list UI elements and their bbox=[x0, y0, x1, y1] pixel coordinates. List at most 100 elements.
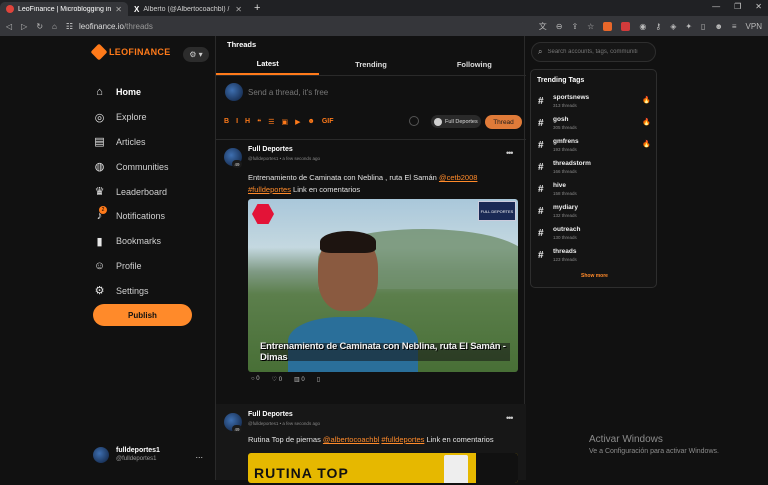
nav-bookmarks[interactable]: ▮ Bookmarks bbox=[93, 229, 169, 254]
hashtag-link[interactable]: #fulldeportes bbox=[381, 435, 424, 444]
italic-icon[interactable]: I bbox=[236, 118, 238, 126]
current-user[interactable]: fulldeportes1 @fulldeportes1 ... bbox=[93, 446, 203, 464]
close-window-button[interactable]: ✕ bbox=[755, 2, 762, 11]
post-meta: @fulldeportes1 • a few seconds ago bbox=[248, 421, 320, 426]
image-icon[interactable]: ▣ bbox=[281, 118, 288, 126]
key-icon[interactable]: ⚷ bbox=[655, 22, 661, 31]
wallet-icon[interactable]: ◈ bbox=[670, 22, 676, 31]
translate-icon[interactable]: 文 bbox=[539, 21, 547, 32]
browser-tab-leofinance[interactable]: LeoFinance | Microblogging in Bl ✕ bbox=[0, 2, 128, 16]
leo-logo-icon bbox=[90, 43, 108, 61]
tab-close-icon[interactable]: ✕ bbox=[235, 5, 242, 14]
mention-link[interactable]: @cetb2008 bbox=[439, 173, 477, 182]
trending-tag[interactable]: # threadstorm 166 threads bbox=[537, 159, 653, 179]
maximize-button[interactable]: ❐ bbox=[734, 2, 741, 11]
trending-tag[interactable]: # sportsnews 313 threads 🔥 bbox=[537, 93, 653, 113]
reload-icon[interactable]: ↻ bbox=[36, 22, 43, 31]
nav-label: Communities bbox=[116, 161, 169, 172]
post-image[interactable]: FULL DEPORTES Entrenamiento de Caminata … bbox=[248, 199, 518, 372]
nav-articles[interactable]: ▤ Articles bbox=[93, 130, 169, 155]
vpn-button[interactable]: VPN bbox=[746, 22, 762, 31]
more-options-icon[interactable]: ... bbox=[195, 450, 203, 460]
hash-icon: # bbox=[538, 162, 544, 173]
search-input[interactable] bbox=[547, 49, 649, 55]
trending-tag[interactable]: # hive 158 threads bbox=[537, 181, 653, 201]
tab-trending[interactable]: Trending bbox=[319, 54, 422, 75]
author-name[interactable]: Full Deportes bbox=[248, 411, 293, 418]
url-field[interactable]: ☷ leofinance.io/threads bbox=[66, 19, 530, 33]
image-caption: Entrenamiento de Caminata con Neblina, r… bbox=[260, 341, 510, 363]
post-image[interactable]: RUTINA TOP bbox=[248, 453, 518, 483]
tab-close-icon[interactable]: ✕ bbox=[115, 5, 122, 14]
thread-post: 49 Full Deportes @fulldeportes1 • a few … bbox=[216, 404, 526, 483]
new-tab-button[interactable]: + bbox=[254, 2, 260, 14]
trending-tag[interactable]: # gmfrens 193 threads 🔥 bbox=[537, 137, 653, 157]
bookmark-star-icon[interactable]: ☆ bbox=[587, 22, 594, 31]
bold-icon[interactable]: B bbox=[224, 118, 229, 126]
nav-home[interactable]: ⌂ Home bbox=[93, 80, 169, 105]
account-icon[interactable]: ☻ bbox=[714, 22, 722, 31]
post-options-icon[interactable]: ••• bbox=[506, 413, 514, 423]
share-icon[interactable]: ⇪ bbox=[571, 22, 578, 31]
site-info-icon[interactable]: ☷ bbox=[66, 22, 73, 31]
trending-tag[interactable]: # threads 123 threads bbox=[537, 247, 653, 267]
home-browser-icon[interactable]: ⌂ bbox=[52, 22, 57, 31]
brave-shield-icon[interactable] bbox=[603, 21, 613, 31]
publish-button[interactable]: Publish bbox=[93, 304, 192, 326]
post-actions: ○ 0 ♡ 0 ▥ 0 ▯ bbox=[251, 376, 320, 383]
quote-icon[interactable]: ❝ bbox=[257, 118, 261, 126]
heading-icon[interactable]: H bbox=[245, 118, 250, 126]
like-button[interactable]: ♡ 0 bbox=[272, 376, 282, 383]
leofinance-logo[interactable]: LEOFINANCE bbox=[90, 43, 171, 61]
extension-alert-icon[interactable] bbox=[621, 21, 631, 31]
home-icon: ⌂ bbox=[96, 86, 103, 99]
nav-leaderboard[interactable]: ♛ Leaderboard bbox=[93, 179, 169, 204]
nav-profile[interactable]: ☺ Profile bbox=[93, 254, 169, 279]
nav-communities[interactable]: ◍ Communities bbox=[93, 154, 169, 179]
x-favicon-icon: X bbox=[134, 4, 140, 14]
nav-label: Bookmarks bbox=[116, 236, 162, 247]
minimize-button[interactable]: — bbox=[712, 2, 720, 11]
nav-notifications[interactable]: ♪ 2 Notifications bbox=[93, 204, 169, 229]
address-bar: ◁ ▷ ↻ ⌂ ☷ leofinance.io/threads 文 ⊖ ⇪ ☆ … bbox=[0, 16, 768, 36]
settings-dropdown-button[interactable]: ⚙ ▾ bbox=[183, 47, 209, 62]
vote-button[interactable]: ▥ 0 bbox=[294, 376, 305, 383]
nav-explore[interactable]: ◎ Explore bbox=[93, 105, 169, 130]
zoom-icon[interactable]: ⊖ bbox=[556, 22, 563, 31]
author-name[interactable]: Full Deportes bbox=[248, 146, 293, 153]
nav-settings[interactable]: ⚙ Settings bbox=[93, 278, 169, 303]
browser-tab-x[interactable]: X Alberto (@Albertocoachbl) / X ✕ bbox=[128, 2, 248, 16]
tab-following[interactable]: Following bbox=[423, 54, 526, 75]
trending-tag[interactable]: # outreach 130 threads bbox=[537, 225, 653, 245]
hashtag-link[interactable]: #fulldeportes bbox=[248, 185, 291, 194]
hive-logo-icon bbox=[252, 204, 274, 224]
comment-button[interactable]: ○ 0 bbox=[251, 376, 260, 383]
window-controls: — ❐ ✕ bbox=[712, 2, 762, 11]
image-badge: FULL DEPORTES bbox=[478, 201, 516, 221]
bookmark-icon[interactable]: ▯ bbox=[317, 376, 320, 383]
extension-icon[interactable]: ◉ bbox=[639, 22, 646, 31]
trending-tag[interactable]: # gosh 305 threads 🔥 bbox=[537, 115, 653, 135]
puzzle-icon[interactable]: ✦ bbox=[685, 22, 692, 31]
tab-latest[interactable]: Latest bbox=[216, 54, 320, 75]
sidebar-toggle-icon[interactable]: ▯ bbox=[701, 22, 705, 31]
trending-tag[interactable]: # mydiary 132 threads bbox=[537, 203, 653, 223]
emoji-icon[interactable]: ☻ bbox=[307, 118, 314, 126]
gif-icon[interactable]: GIF bbox=[322, 118, 334, 126]
trending-title: Trending Tags bbox=[537, 77, 585, 84]
post-options-icon[interactable]: ••• bbox=[506, 148, 514, 158]
video-icon[interactable]: ▶ bbox=[295, 118, 300, 126]
post-meta: @fulldeportes1 • a few seconds ago bbox=[248, 156, 320, 161]
forward-icon[interactable]: ▷ bbox=[21, 22, 27, 31]
thread-submit-button[interactable]: Thread bbox=[485, 115, 522, 129]
page-title: Threads bbox=[227, 40, 257, 49]
back-icon[interactable]: ◁ bbox=[6, 22, 12, 31]
menu-icon[interactable]: ≡ bbox=[732, 22, 737, 31]
show-more-link[interactable]: Show more bbox=[531, 273, 658, 279]
thread-input[interactable] bbox=[248, 85, 508, 99]
mention-link[interactable]: @albertocoachbl bbox=[323, 435, 379, 444]
community-selector[interactable]: Full Deportes bbox=[431, 115, 481, 128]
nav-label: Home bbox=[116, 87, 142, 98]
user-icon: ☺ bbox=[93, 259, 106, 272]
list-icon[interactable]: ☰ bbox=[268, 118, 274, 126]
